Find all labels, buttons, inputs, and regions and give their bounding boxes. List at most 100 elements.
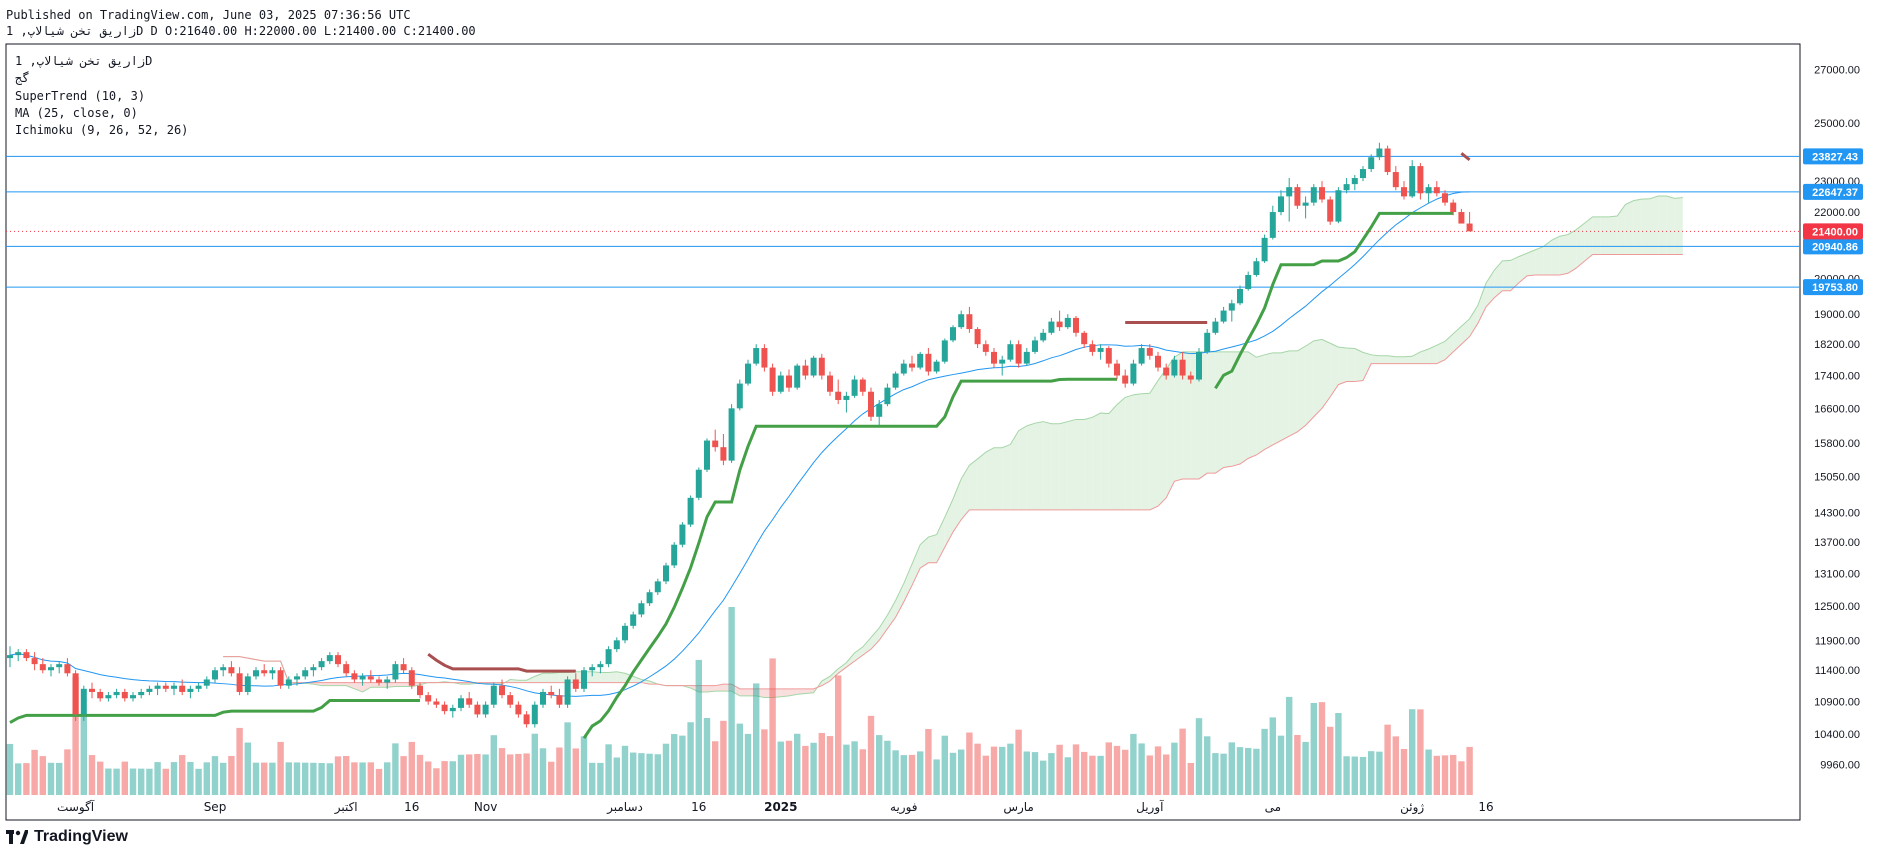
cloud-segment [1600, 216, 1609, 255]
candle-body [121, 691, 128, 699]
candle-body [958, 314, 965, 328]
cloud-segment [395, 682, 404, 687]
volume-bar [1450, 754, 1457, 795]
volume-bar [146, 768, 153, 795]
candle-body [203, 679, 210, 686]
time-axis[interactable]: آگوست Sep اکتبر 16 Nov دسامبر 16 2025 فوریه مارس آ… [57, 799, 1494, 815]
candle-body [1343, 184, 1350, 191]
cloud-segment [780, 688, 789, 697]
volume-bar [1040, 760, 1047, 795]
candle-body [138, 691, 145, 696]
candle-body [884, 387, 891, 405]
time-tick-label: می [1265, 800, 1281, 814]
volume-bar [252, 762, 260, 795]
candle-body [531, 704, 538, 725]
volume-bar [884, 740, 891, 795]
candle-body [89, 688, 95, 692]
volume-bar [1359, 756, 1367, 795]
volume-bar [1146, 755, 1153, 795]
cloud-segment [1264, 352, 1273, 450]
cloud-segment [1559, 234, 1568, 275]
legend-ma[interactable]: MA (25, close, 0) [15, 106, 138, 120]
volume-bar [1409, 709, 1416, 795]
candle-body [195, 685, 202, 689]
volume-bar [39, 756, 46, 795]
volume-bar [1368, 751, 1375, 795]
volume-bar [170, 762, 178, 795]
volume-bar [23, 763, 30, 795]
candle-body [220, 667, 227, 671]
candle-body [966, 314, 973, 330]
brand-name: TradingView [34, 828, 128, 845]
candle-body [671, 544, 678, 566]
cloud-segment [985, 447, 994, 510]
cloud-segment [1313, 339, 1322, 417]
cloud-segment [1650, 195, 1659, 255]
legend-ichimoku[interactable]: Ichimoku (9, 26, 52, 26) [15, 123, 188, 137]
volume-bar [277, 741, 284, 795]
volume-bar [334, 756, 342, 795]
volume-bar [605, 744, 612, 795]
volume-bar [630, 752, 637, 795]
volume-bar [1072, 744, 1080, 795]
volume-bar [1179, 728, 1186, 795]
volume-bar [162, 768, 169, 795]
volume-bar [548, 761, 555, 795]
candle-body [1302, 202, 1309, 206]
candle-body [64, 664, 71, 674]
candle-body [425, 695, 432, 702]
volume-bar [80, 714, 87, 795]
volume-bar [1384, 724, 1391, 795]
candle-body [761, 348, 768, 368]
cloud-segment [1002, 444, 1011, 510]
price-tick-label: 9960.00 [1820, 759, 1860, 771]
candle-body [515, 704, 522, 715]
candlestick-chart[interactable]: 27000.0025000.0023000.0022000.0020000.00… [0, 0, 1878, 858]
ichimoku-cloud [223, 195, 1683, 699]
volume-bar [113, 768, 120, 795]
price-axis[interactable]: 27000.0025000.0023000.0022000.0020000.00… [1803, 64, 1863, 771]
volume-bar [761, 729, 768, 795]
candle-body [605, 649, 612, 665]
volume-bar [802, 745, 809, 795]
cloud-segment [1240, 351, 1249, 465]
candle-body [810, 357, 817, 376]
candle-body [261, 670, 268, 674]
cloud-segment [543, 673, 552, 683]
volume-bar [1081, 751, 1088, 795]
volume-bar [1466, 746, 1473, 795]
volume-bar [1048, 753, 1055, 795]
volume-bar [392, 743, 399, 795]
volume-bar [1154, 746, 1162, 795]
legend-symbol: زاریق تخن شیالاپ, 1D [15, 54, 153, 68]
candle-body [777, 375, 784, 392]
volume-bar [490, 735, 497, 795]
candle-body [31, 658, 38, 665]
candle-body [179, 685, 186, 692]
candle-body [786, 375, 792, 388]
legend-supertrend[interactable]: SuperTrend (10, 3) [15, 89, 145, 103]
candle-body [1392, 172, 1399, 188]
tradingview-logo[interactable]: TradingView [6, 828, 128, 846]
candle-body [720, 447, 727, 461]
time-tick-label: فوریه [890, 800, 918, 815]
volume-bar [695, 659, 702, 795]
candle-body [285, 679, 292, 686]
volume-bar [917, 751, 924, 795]
volume-bar [433, 768, 440, 795]
volume-bar [613, 757, 620, 795]
candle-body [925, 353, 932, 372]
cloud-segment [1248, 351, 1257, 459]
volume-bar [1458, 761, 1465, 795]
hline-label-text: 23827.43 [1812, 151, 1858, 163]
volume-bar [671, 734, 678, 795]
candle-body [1212, 321, 1219, 333]
candle-body [540, 691, 546, 705]
price-tick-label: 14300.00 [1814, 507, 1860, 519]
time-tick-label: دسامبر [606, 800, 643, 815]
cloud-segment [1609, 216, 1618, 255]
candle-body [244, 676, 251, 692]
volume-bar [1236, 747, 1244, 795]
candle-body [802, 365, 809, 376]
candle-body [1409, 166, 1416, 197]
